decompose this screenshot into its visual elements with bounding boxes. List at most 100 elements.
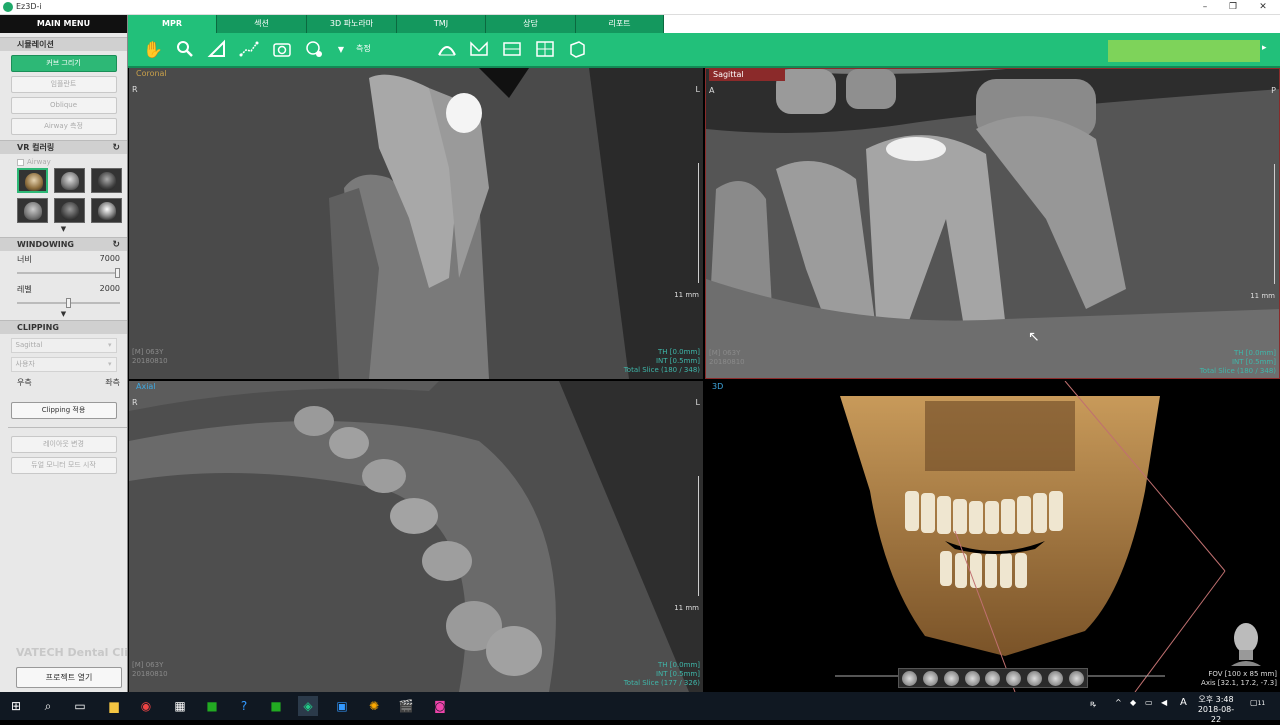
level-slider-knob[interactable] (66, 298, 71, 308)
arch-curve-icon[interactable] (436, 39, 458, 61)
curve-draw-button[interactable]: 커브 그리기 (10, 55, 117, 72)
network-icon[interactable]: ▭ (1145, 698, 1153, 707)
main-menu-header[interactable]: MAIN MENU (0, 15, 127, 33)
pan-hand-icon[interactable]: ✋ (142, 39, 164, 61)
view-preset-icon[interactable] (901, 670, 917, 686)
open-project-button[interactable]: 프로젝트 열기 (16, 667, 122, 688)
ime-indicator[interactable]: A (1180, 697, 1187, 708)
clock[interactable]: 오후 3:48 2018-08-22 (1194, 695, 1238, 725)
width-slider-knob[interactable] (115, 268, 120, 278)
width-label: 너비 (17, 255, 32, 264)
checkbox-icon[interactable] (17, 158, 24, 166)
airway-measure-button[interactable]: Airway 측정 (10, 118, 117, 135)
3d-orientation-bar (898, 668, 1088, 688)
right-side-label[interactable]: 우측 (17, 378, 32, 387)
sagittal-view[interactable]: Sagittal A P 11 mm [M] 063Y 20180810 TH [… (705, 68, 1280, 379)
close-button[interactable]: ✕ (1248, 0, 1278, 15)
axial-image (129, 381, 703, 692)
notification-icon[interactable]: ▢11 (1250, 698, 1265, 707)
tab-report[interactable]: 리포트 (576, 15, 664, 33)
tab-tmj[interactable]: TMJ (397, 15, 486, 33)
tab-3d-panorama[interactable]: 3D 파노라마 (307, 15, 397, 33)
vr-preset-4[interactable] (17, 198, 48, 223)
view-preset-icon[interactable] (943, 670, 959, 686)
layout-change-button[interactable]: 레이아웃 변경 (10, 436, 117, 453)
dual-monitor-button[interactable]: 듀얼 모니터 모드 시작 (10, 457, 117, 474)
airway-checkbox-row[interactable]: Airway (0, 154, 127, 166)
3d-view[interactable]: 3D FOV [100 x 85 mm] Axis [32.1, 17.2, -7… (705, 381, 1280, 692)
windows-start-icon[interactable]: ⊞ (6, 696, 26, 716)
toolbar: ✋ ▼ 측정 ▸ (128, 33, 1280, 68)
app-icon[interactable]: ■ (266, 696, 286, 716)
expand-arrow-icon[interactable]: ▼ (0, 225, 127, 233)
tab-mpr[interactable]: MPR (128, 15, 217, 33)
folder-icon[interactable]: ▆ (104, 696, 124, 716)
view-preset-icon[interactable] (1006, 670, 1022, 686)
clipping-mode-value: 사용자 (15, 360, 35, 368)
vr-preset-3[interactable] (91, 168, 122, 193)
clipping-plane-select[interactable]: Sagittal ▾ (10, 338, 117, 353)
view-preset-icon[interactable] (1048, 670, 1064, 686)
task-view-icon[interactable]: ▭ (70, 696, 90, 716)
annotation-icon[interactable] (304, 39, 326, 61)
help-icon[interactable]: ? (234, 696, 254, 716)
clipping-apply-button[interactable]: Clipping 적용 (10, 402, 117, 419)
clapboard-icon[interactable]: 🎬 (396, 696, 416, 716)
zoom-icon[interactable] (174, 39, 196, 61)
volume-icon[interactable]: ◀ (1161, 698, 1167, 707)
sagittal-image (706, 69, 1279, 378)
app-icon[interactable]: ▣ (332, 696, 352, 716)
search-icon[interactable]: ⌕ (38, 696, 58, 716)
view-preset-icon[interactable] (964, 670, 980, 686)
dropbox-icon[interactable]: ◆ (1130, 698, 1136, 707)
scale-bar (695, 476, 699, 596)
view-preset-icon[interactable] (985, 670, 1001, 686)
app-icon[interactable]: ◙ (430, 696, 450, 716)
view-preset-icon[interactable] (1068, 670, 1084, 686)
layout-grid-icon[interactable] (534, 39, 556, 61)
tab-section[interactable]: 섹션 (217, 15, 307, 33)
coronal-view[interactable]: Coronal R L 11 mm [M] 063Y 20180810 TH [0… (129, 68, 703, 379)
axial-view[interactable]: Axial R L 11 mm [M] 063Y 20180810 TH [0.0… (129, 381, 703, 692)
clipping-mode-select[interactable]: 사용자 ▾ (10, 357, 117, 372)
oblique-button[interactable]: Oblique (10, 97, 117, 114)
camera-icon[interactable] (271, 39, 293, 61)
minimize-button[interactable]: – (1190, 0, 1220, 15)
show-hidden-icon[interactable]: ^ (1115, 698, 1122, 707)
volume-box-icon[interactable] (566, 39, 588, 61)
level-slider[interactable] (17, 298, 120, 308)
calculator-icon[interactable]: ▦ (170, 696, 190, 716)
scan-date: 20180810 (132, 670, 168, 678)
view-label: Coronal (136, 69, 167, 78)
app-icon[interactable]: ✺ (364, 696, 384, 716)
implant-button[interactable]: 임플란트 (10, 76, 117, 93)
width-slider[interactable] (17, 268, 120, 278)
panorama-icon[interactable] (501, 39, 523, 61)
collapse-arrow-icon[interactable]: ▸ (1262, 43, 1267, 53)
ruler-angle-icon[interactable] (206, 39, 228, 61)
vr-preset-1[interactable] (17, 168, 48, 193)
nerve-canal-icon[interactable] (468, 39, 490, 61)
vr-preset-6[interactable] (91, 198, 122, 223)
tab-consult[interactable]: 상담 (486, 15, 576, 33)
expand-arrow-icon[interactable]: ▼ (0, 310, 127, 318)
people-icon[interactable]: ꝶ (1090, 698, 1096, 709)
clipping-header: CLIPPING (0, 320, 127, 334)
level-value: 2000 (99, 284, 120, 293)
refresh-icon[interactable]: ↻ (112, 238, 120, 252)
restore-button[interactable]: ❐ (1218, 0, 1248, 15)
dropdown-arrow-icon[interactable]: ▼ (336, 39, 346, 61)
chrome-icon[interactable]: ◉ (136, 696, 156, 716)
polyline-icon[interactable] (238, 39, 260, 61)
view-preset-icon[interactable] (922, 670, 938, 686)
measure-label[interactable]: 측정 (356, 43, 371, 54)
refresh-icon[interactable]: ↻ (112, 141, 120, 155)
vr-preset-2[interactable] (54, 168, 85, 193)
vr-preset-5[interactable] (54, 198, 85, 223)
ez3d-taskbar-icon[interactable]: ◈ (298, 696, 318, 716)
left-side-label[interactable]: 좌측 (105, 377, 120, 388)
head-orientation-icon[interactable] (1229, 620, 1263, 666)
view-preset-icon[interactable] (1027, 670, 1043, 686)
level-label: 레벨 (17, 285, 32, 294)
facetime-icon[interactable]: ■ (202, 696, 222, 716)
